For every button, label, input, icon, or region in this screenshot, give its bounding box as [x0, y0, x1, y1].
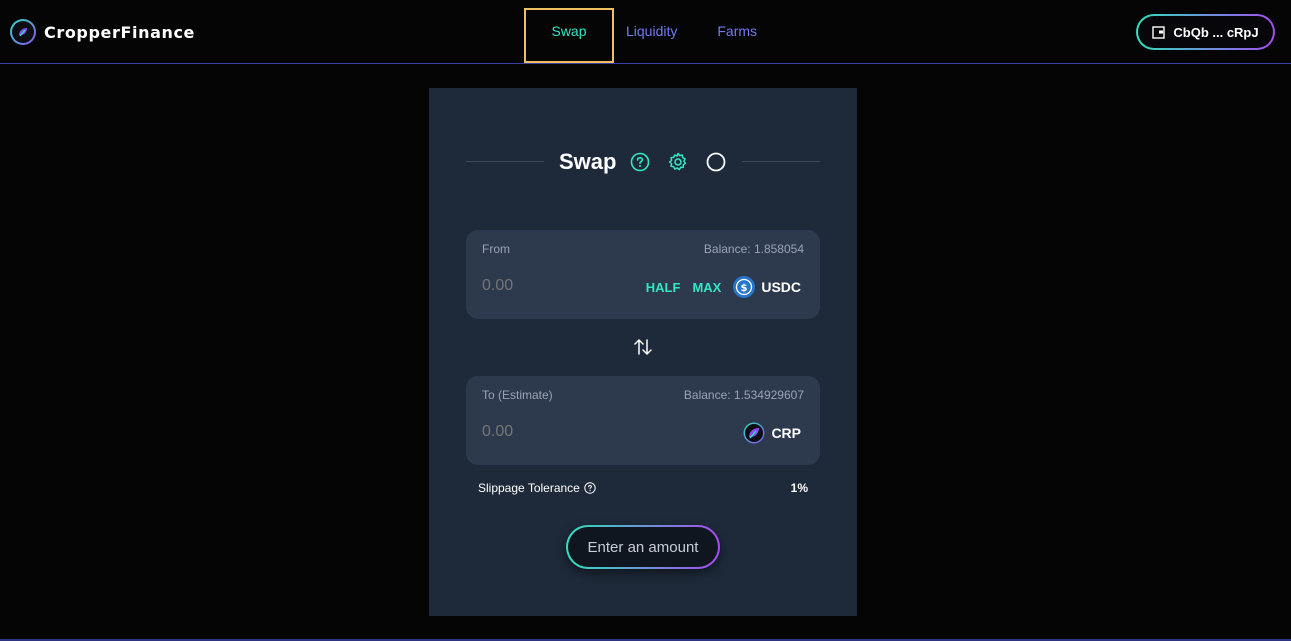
- swap-title: Swap: [559, 149, 617, 174]
- gear-icon[interactable]: [668, 152, 688, 172]
- to-token-controls: CRP: [743, 422, 801, 444]
- slippage-tolerance: Slippage Tolerance: [478, 481, 596, 495]
- nav-swap[interactable]: Swap: [524, 8, 614, 63]
- from-token-controls: HALF MAX $ USDC: [646, 276, 801, 298]
- to-amount-input[interactable]: [482, 423, 602, 441]
- half-button[interactable]: HALF: [646, 280, 681, 295]
- svg-text:$: $: [741, 283, 748, 294]
- nav-liquidity[interactable]: Liquidity: [626, 8, 677, 63]
- cropper-logo-icon: [10, 19, 36, 45]
- enter-amount-label: Enter an amount: [568, 527, 718, 567]
- refresh-circle-icon[interactable]: [706, 152, 726, 172]
- to-token-name[interactable]: CRP: [771, 425, 801, 441]
- help-circle-icon[interactable]: [584, 482, 596, 494]
- wallet-icon: [1152, 25, 1166, 39]
- from-balance: Balance: 1.858054: [703, 242, 804, 256]
- to-token-box: To (Estimate) Balance: 1.534929607 CRP: [466, 376, 820, 465]
- enter-amount-button[interactable]: Enter an amount: [566, 525, 720, 569]
- brand-name: CropperFinance: [44, 22, 196, 42]
- brand[interactable]: CropperFinance: [10, 19, 195, 45]
- usdc-token-icon: $: [733, 276, 756, 298]
- to-label: To (Estimate): [482, 388, 553, 402]
- swap-arrows-icon[interactable]: [632, 336, 654, 358]
- from-amount-input[interactable]: [482, 277, 602, 295]
- divider: [742, 161, 820, 162]
- divider: [466, 161, 544, 162]
- main-nav: Swap Liquidity Farms: [524, 8, 757, 63]
- max-button[interactable]: MAX: [692, 280, 721, 295]
- from-token-box: From Balance: 1.858054 HALF MAX $ USDC: [466, 230, 820, 319]
- slippage-value[interactable]: 1%: [791, 481, 808, 495]
- crp-token-icon: [743, 422, 765, 444]
- help-circle-icon[interactable]: [630, 152, 650, 172]
- nav-farms[interactable]: Farms: [717, 8, 757, 63]
- wallet-button[interactable]: CbQb ... cRpJ: [1136, 14, 1275, 50]
- from-token-name[interactable]: USDC: [761, 279, 801, 295]
- swap-header: Swap: [466, 148, 820, 176]
- swap-panel: Swap From Balance: 1.858054 HALF MAX $ U: [429, 88, 857, 616]
- to-balance: Balance: 1.534929607: [683, 388, 804, 402]
- top-navigation-bar: CropperFinance Swap Liquidity Farms CbQb…: [0, 0, 1291, 64]
- slippage-label: Slippage Tolerance: [478, 481, 580, 495]
- from-label: From: [482, 242, 510, 256]
- wallet-address: CbQb ... cRpJ: [1173, 24, 1259, 40]
